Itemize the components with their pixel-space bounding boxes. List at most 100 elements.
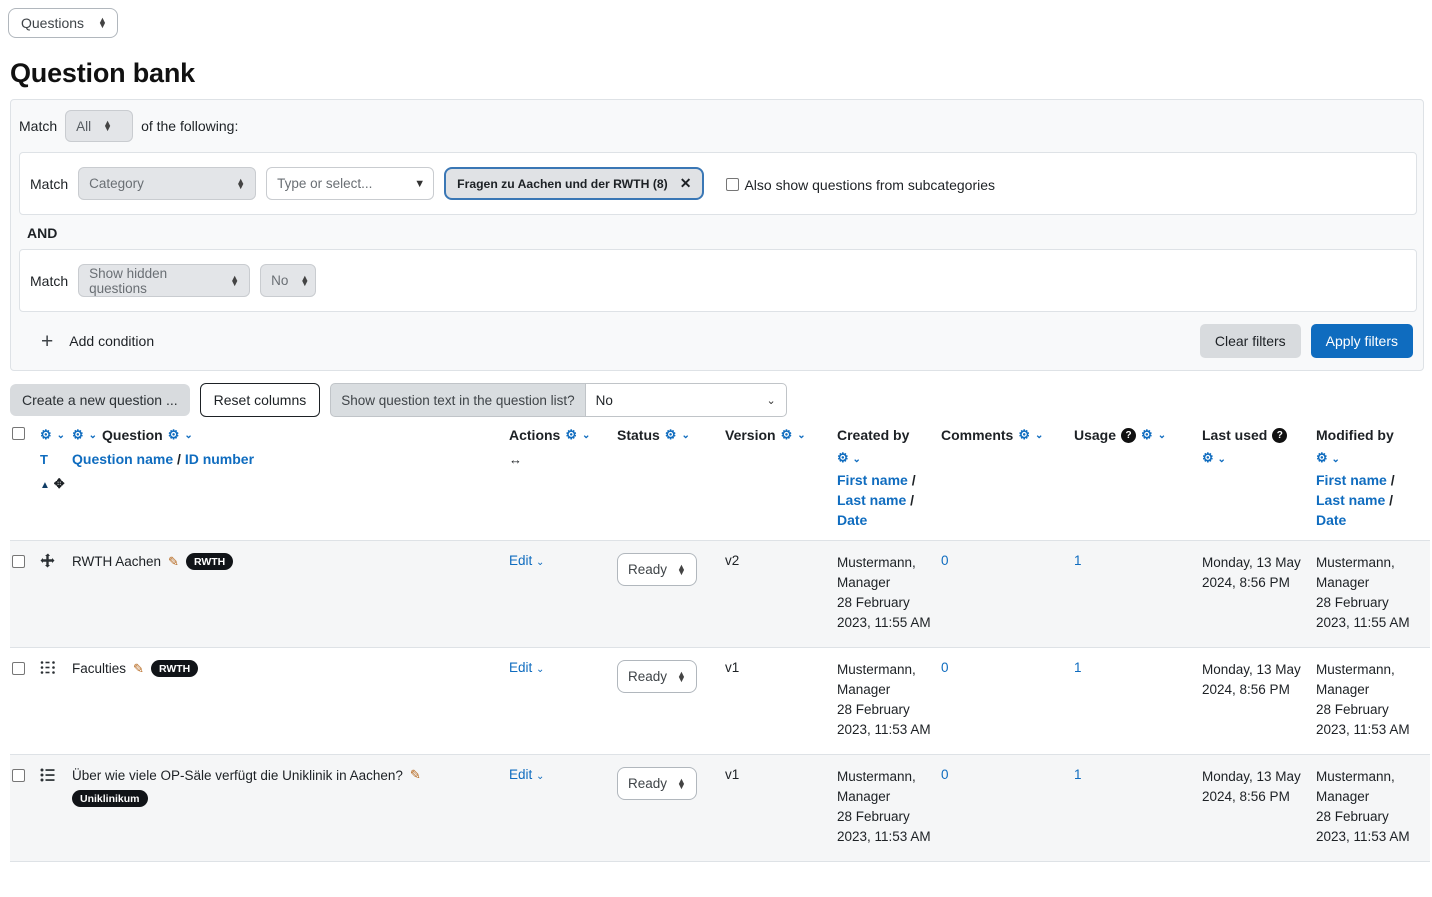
pencil-icon[interactable]: ✎	[168, 554, 179, 570]
selected-category-label: Fragen zu Aachen und der RWTH (8)	[457, 177, 668, 191]
add-condition-button[interactable]: + Add condition	[41, 331, 154, 352]
chevron-down-icon[interactable]: ⌄	[89, 430, 97, 441]
comments-count-link[interactable]: 0	[941, 553, 949, 568]
row-last-used-cell: Monday, 13 May 2024, 8:56 PM	[1200, 541, 1314, 648]
status-select[interactable]: Ready▲▼	[617, 660, 697, 693]
comments-count-link[interactable]: 0	[941, 767, 949, 782]
show-question-text-label: Show question text in the question list?	[330, 383, 584, 417]
gear-icon[interactable]: ⚙	[1141, 427, 1153, 443]
hidden-questions-field-value: Show hidden questions	[89, 266, 218, 296]
filter-action-buttons: Clear filters Apply filters	[1200, 324, 1413, 358]
usage-count-link[interactable]: 1	[1074, 553, 1082, 568]
usage-count-link[interactable]: 1	[1074, 767, 1082, 782]
chevron-down-icon[interactable]: ⌄	[853, 454, 861, 465]
usage-count-link[interactable]: 1	[1074, 660, 1082, 675]
gear-icon[interactable]: ⚙	[781, 427, 793, 443]
status-select[interactable]: Ready▲▼	[617, 553, 697, 586]
sort-modified-date[interactable]: Date	[1316, 512, 1346, 528]
sort-created-date[interactable]: Date	[837, 512, 867, 528]
edit-menu-button[interactable]: Edit	[509, 767, 532, 782]
gear-icon[interactable]: ⚙	[665, 427, 677, 443]
chevron-down-icon[interactable]: ⌄	[1218, 454, 1226, 465]
sort-by-question-name[interactable]: Question name	[72, 451, 173, 467]
move-columns-icon[interactable]: ✥	[54, 476, 65, 491]
created-by-name: Mustermann, Manager	[837, 660, 935, 700]
condition-field-select[interactable]: Category ▲▼	[78, 167, 256, 200]
row-modified-by-cell: Mustermann, Manager28 February 2023, 11:…	[1314, 541, 1430, 648]
create-new-question-button[interactable]: Create a new question ...	[10, 384, 190, 416]
gear-icon[interactable]: ⚙	[565, 427, 577, 443]
selected-category-pill[interactable]: Fragen zu Aachen und der RWTH (8) ✕	[444, 167, 704, 200]
reset-columns-button[interactable]: Reset columns	[200, 383, 321, 417]
chevron-down-icon[interactable]: ⌄	[1332, 454, 1340, 465]
separator-slash: /	[1391, 472, 1395, 488]
chevron-down-icon[interactable]: ⌄	[536, 664, 544, 675]
sort-created-first-name[interactable]: First name	[837, 472, 908, 488]
row-last-used-cell: Monday, 13 May 2024, 8:56 PM	[1200, 755, 1314, 862]
sort-by-type-letter[interactable]: T	[40, 452, 48, 467]
chevron-down-icon[interactable]: ⌄	[582, 430, 590, 441]
gear-icon[interactable]: ⚙	[40, 427, 52, 443]
hidden-questions-value-select[interactable]: No ▲▼	[260, 264, 316, 297]
chevron-down-icon[interactable]: ⌄	[57, 430, 65, 441]
modified-by-header-label: Modified by	[1316, 427, 1394, 443]
row-comments-cell: 0	[939, 648, 1072, 755]
chevron-down-icon[interactable]: ⌄	[536, 557, 544, 568]
qtype-header: ⚙ ⌄ T ▲ ✥	[38, 417, 70, 541]
help-icon[interactable]: ?	[1272, 428, 1287, 443]
subcategories-checkbox-wrapper[interactable]: Also show questions from subcategories	[726, 177, 995, 193]
chevron-down-icon[interactable]: ⌄	[797, 430, 805, 441]
gear-icon[interactable]: ⚙	[72, 427, 84, 443]
jump-menu-select[interactable]: Questions ▲▼	[8, 8, 118, 38]
gear-icon[interactable]: ⚙	[1316, 450, 1328, 465]
select-all-checkbox[interactable]	[12, 427, 25, 440]
hidden-questions-field-select[interactable]: Show hidden questions ▲▼	[78, 264, 250, 297]
close-icon[interactable]: ✕	[680, 175, 692, 192]
row-comments-cell: 0	[939, 541, 1072, 648]
table-row: Faculties✎RWTHEdit ⌄Ready▲▼v1Mustermann,…	[10, 648, 1430, 755]
actions-header: Actions ⚙ ⌄ ↔	[507, 417, 615, 541]
question-tag-badge[interactable]: RWTH	[151, 660, 198, 677]
row-usage-cell: 1	[1072, 541, 1200, 648]
comments-count-link[interactable]: 0	[941, 660, 949, 675]
chevron-down-icon[interactable]: ⌄	[536, 771, 544, 782]
resize-column-icon[interactable]: ↔	[509, 452, 522, 467]
edit-menu-button[interactable]: Edit	[509, 660, 532, 675]
gear-icon[interactable]: ⚙	[1018, 427, 1030, 443]
gear-icon[interactable]: ⚙	[1202, 450, 1214, 465]
chevron-down-icon[interactable]: ⌄	[1035, 430, 1043, 441]
edit-menu-button[interactable]: Edit	[509, 553, 532, 568]
gear-icon[interactable]: ⚙	[168, 427, 180, 443]
chevron-down-icon[interactable]: ⌄	[681, 430, 689, 441]
help-icon[interactable]: ?	[1121, 428, 1136, 443]
condition-row-hidden: Match Show hidden questions ▲▼ No ▲▼	[19, 249, 1417, 312]
of-the-following-label: of the following:	[141, 118, 238, 134]
row-checkbox[interactable]	[12, 662, 25, 675]
sort-by-id-number[interactable]: ID number	[185, 451, 254, 467]
question-tag-badge[interactable]: Uniklinikum	[72, 790, 148, 807]
subcategories-checkbox[interactable]	[726, 178, 739, 191]
sort-modified-last-name[interactable]: Last name	[1316, 492, 1385, 508]
sort-ascending-icon[interactable]: ▲	[40, 480, 50, 491]
chevron-down-icon[interactable]: ⌄	[1158, 430, 1166, 441]
pencil-icon[interactable]: ✎	[133, 661, 144, 677]
row-checkbox[interactable]	[12, 555, 25, 568]
show-question-text-select[interactable]: No ⌄	[585, 383, 787, 417]
question-tag-badge[interactable]: RWTH	[186, 553, 233, 570]
category-typeahead-input[interactable]: Type or select... ▼	[266, 167, 434, 200]
match-all-value: All	[76, 119, 91, 134]
sort-created-last-name[interactable]: Last name	[837, 492, 906, 508]
sort-modified-first-name[interactable]: First name	[1316, 472, 1387, 488]
row-question-cell: Über wie viele OP-Säle verfügt die Unikl…	[70, 755, 507, 862]
apply-filters-button[interactable]: Apply filters	[1311, 324, 1413, 358]
clear-filters-button[interactable]: Clear filters	[1200, 324, 1301, 358]
match-all-select[interactable]: All ▲▼	[65, 110, 133, 142]
status-select[interactable]: Ready▲▼	[617, 767, 697, 800]
row-checkbox[interactable]	[12, 769, 25, 782]
status-value: Ready	[628, 562, 667, 577]
hidden-questions-value: No	[271, 273, 288, 288]
gear-icon[interactable]: ⚙	[837, 450, 849, 465]
chevron-down-icon[interactable]: ⌄	[184, 430, 192, 441]
row-qtype-cell	[38, 541, 70, 648]
pencil-icon[interactable]: ✎	[410, 767, 421, 783]
